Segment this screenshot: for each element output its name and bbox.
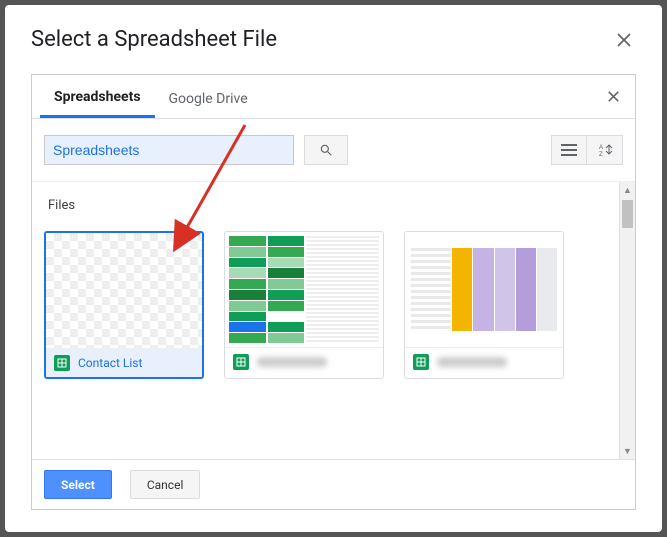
file-caption — [405, 347, 563, 376]
sheets-icon — [54, 355, 70, 371]
select-file-dialog: Select a Spreadsheet File Spreadsheets G… — [5, 5, 662, 532]
file-picker: Spreadsheets Google Drive — [31, 74, 636, 510]
file-thumbnail — [225, 232, 383, 347]
dialog-header: Select a Spreadsheet File — [31, 27, 636, 52]
dialog-close-button[interactable] — [612, 28, 636, 52]
file-grid: Contact List — [44, 231, 607, 379]
file-name-obscured — [437, 357, 507, 367]
file-thumbnail — [46, 233, 202, 348]
scrollbar[interactable]: ▲ ▼ — [619, 182, 635, 459]
list-view-button[interactable] — [551, 135, 587, 165]
select-button[interactable]: Select — [44, 470, 112, 499]
close-icon — [608, 91, 619, 102]
svg-text:Z: Z — [599, 152, 603, 157]
search-input[interactable] — [44, 135, 294, 165]
cancel-button[interactable]: Cancel — [130, 470, 201, 499]
file-caption: Contact List — [46, 348, 202, 377]
file-list: Files Contact List — [32, 182, 619, 459]
file-card-3[interactable] — [404, 231, 564, 379]
scroll-down-arrow[interactable]: ▼ — [620, 443, 635, 459]
footer: Select Cancel — [32, 459, 635, 509]
search-icon — [319, 143, 333, 157]
picker-close-button[interactable] — [600, 87, 627, 106]
tab-google-drive[interactable]: Google Drive — [155, 77, 262, 117]
scroll-up-arrow[interactable]: ▲ — [620, 182, 635, 198]
toolbar: A Z — [32, 119, 635, 182]
tabs-row: Spreadsheets Google Drive — [32, 75, 635, 119]
sheets-icon — [413, 354, 429, 370]
search-wrap — [44, 135, 348, 165]
svg-text:A: A — [599, 145, 603, 151]
sort-button[interactable]: A Z — [587, 135, 623, 165]
tab-spreadsheets[interactable]: Spreadsheets — [40, 75, 155, 118]
sort-az-icon: A Z — [597, 143, 613, 157]
content-area: Files Contact List — [32, 182, 635, 459]
file-name-obscured — [257, 357, 327, 367]
file-card-2[interactable] — [224, 231, 384, 379]
file-thumbnail — [405, 232, 563, 347]
sheets-icon — [233, 354, 249, 370]
list-icon — [561, 144, 577, 156]
scroll-thumb[interactable] — [622, 200, 633, 228]
file-card-contact-list[interactable]: Contact List — [44, 231, 204, 379]
close-icon — [617, 33, 631, 47]
files-heading: Files — [44, 198, 607, 213]
dialog-title: Select a Spreadsheet File — [31, 27, 277, 52]
file-caption — [225, 347, 383, 376]
file-name: Contact List — [78, 356, 142, 370]
search-button[interactable] — [304, 135, 348, 165]
view-toggle-group: A Z — [551, 135, 623, 165]
